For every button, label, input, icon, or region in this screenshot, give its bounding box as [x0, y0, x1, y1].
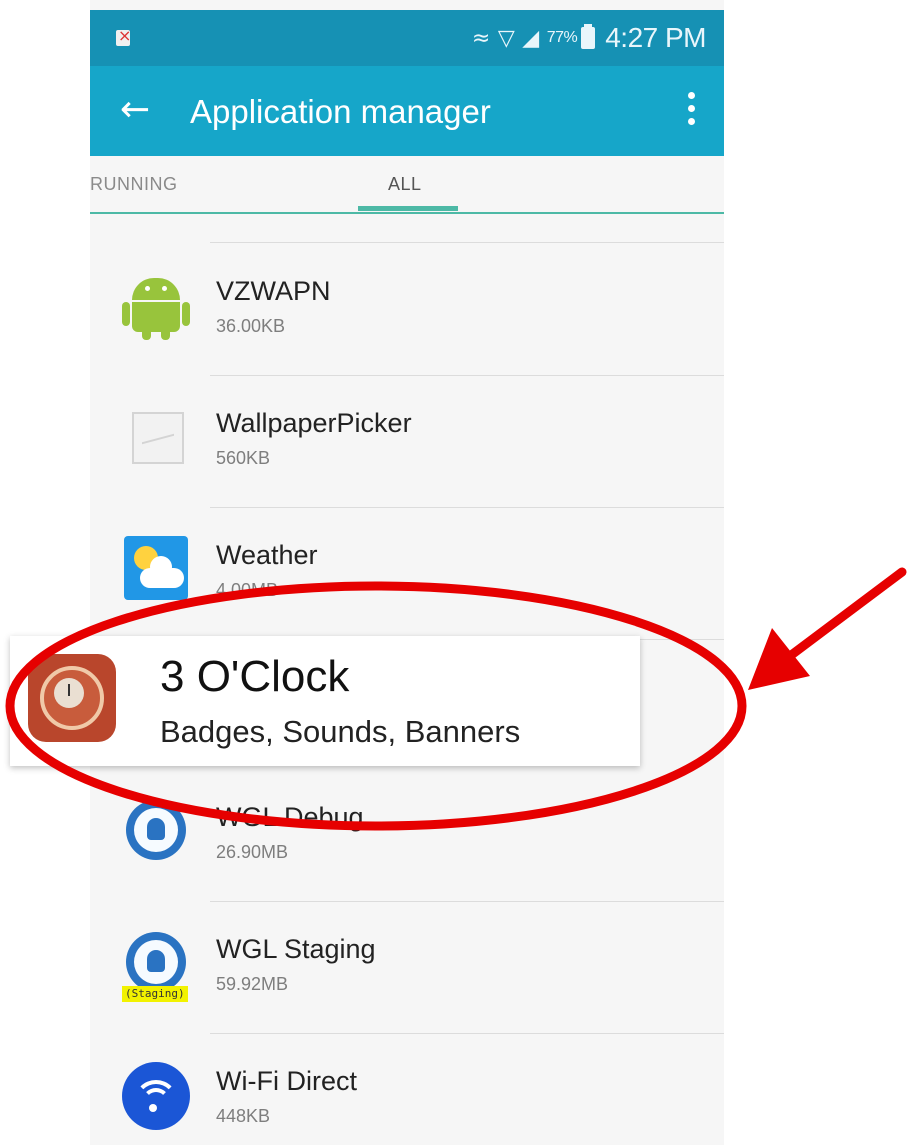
tab-running[interactable]: RUNNING	[90, 174, 178, 195]
battery-icon	[581, 24, 596, 49]
app-size: 59.92MB	[216, 974, 289, 994]
app-name: 3 O'Clock	[160, 652, 350, 701]
app-name: WGL Staging	[216, 934, 376, 964]
app-size: 448KB	[216, 1106, 271, 1126]
app-name: WGL Debug	[216, 802, 364, 832]
staging-tag: (Staging)	[122, 986, 188, 1002]
tab-indicator	[358, 206, 458, 211]
tab-bar: RUNNING ALL	[90, 156, 724, 214]
app-name: Weather	[216, 540, 318, 570]
annotation-arrow	[748, 567, 907, 690]
app-size: 4.00MB	[216, 580, 279, 600]
weather-icon	[124, 536, 188, 600]
clock-icon	[28, 654, 116, 742]
page-title: Application manager	[190, 93, 491, 130]
app-size: 36.00KB	[216, 316, 286, 336]
list-divider	[210, 242, 724, 243]
app-name: VZWAPN	[216, 276, 331, 306]
status-bar: ≈ ▽ ◢ 77% 4:27 PM	[90, 10, 724, 66]
back-arrow-icon[interactable]: ←	[120, 88, 150, 132]
status-indicators: ≈ ▽ ◢ 77% 4:27 PM	[471, 22, 707, 54]
phone-screen: ≈ ▽ ◢ 77% 4:27 PM ← Application manager …	[90, 0, 724, 1145]
battery-percent: 77%	[546, 29, 578, 46]
app-name: Wi-Fi Direct	[216, 1066, 357, 1096]
app-size: 560KB	[216, 448, 271, 468]
app-bar: ← Application manager	[90, 66, 724, 156]
signal-icon: ◢	[522, 25, 539, 51]
tab-all[interactable]: ALL	[388, 174, 422, 195]
status-time: 4:27 PM	[605, 22, 706, 53]
android-icon	[122, 272, 190, 340]
app-row-wgl-staging[interactable]: (Staging) WGL Staging 59.92MB	[90, 902, 724, 1034]
app-row-weather[interactable]: Weather 4.00MB	[90, 508, 724, 640]
app-size: 26.90MB	[216, 842, 289, 862]
wifi-icon: ▽	[497, 25, 515, 51]
app-row-wifi-direct[interactable]: Wi-Fi Direct 448KB	[90, 1034, 724, 1145]
app-row-wallpaperpicker[interactable]: WallpaperPicker 560KB	[90, 376, 724, 508]
wgl-staging-icon	[126, 932, 186, 992]
vibrate-icon: ≈	[471, 25, 490, 51]
app-row-vzwapn[interactable]: VZWAPN 36.00KB	[90, 244, 724, 376]
app-subtitle: Badges, Sounds, Banners	[160, 714, 521, 749]
app-name: WallpaperPicker	[216, 408, 412, 438]
app-row-wgl-debug[interactable]: WGL Debug 26.90MB	[90, 770, 724, 902]
image-placeholder-icon	[132, 412, 184, 464]
notification-icon	[116, 26, 131, 46]
app-row-3-oclock[interactable]: 3 O'Clock Badges, Sounds, Banners	[10, 636, 640, 766]
more-options-icon[interactable]	[686, 92, 696, 132]
wifi-direct-icon	[122, 1062, 190, 1130]
wgl-debug-icon	[126, 800, 186, 860]
